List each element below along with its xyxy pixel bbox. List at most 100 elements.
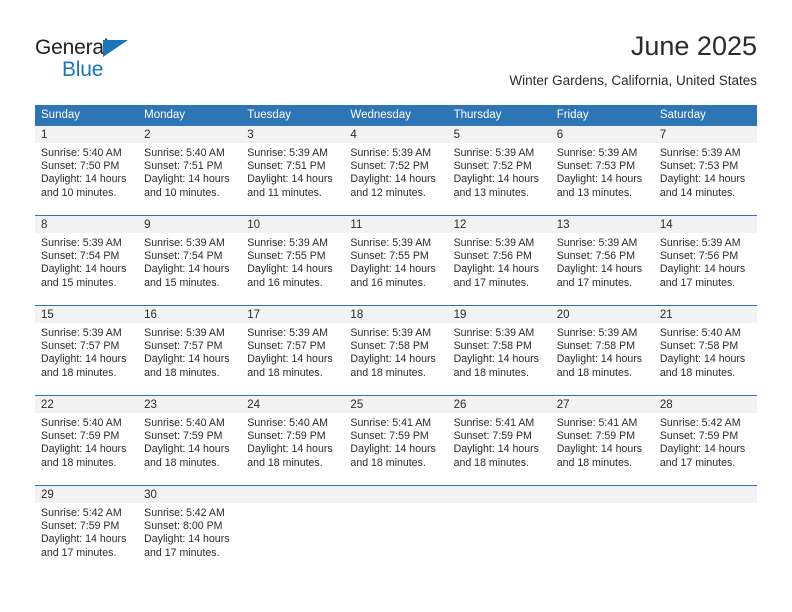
sunset-time: Sunset: 7:56 PM	[453, 250, 532, 263]
page-header: General Blue June 2025 Winter Gardens, C…	[0, 0, 792, 100]
calendar-day-cell-empty	[447, 485, 551, 575]
day-cell-details	[448, 503, 551, 507]
sunset-time: Sunset: 7:59 PM	[247, 430, 326, 443]
calendar-day-cell[interactable]: 16 Sunrise: 5:39 AM Sunset: 7:57 PM Dayligh…	[138, 305, 242, 396]
calendar-day-cell[interactable]: 10 Sunrise: 5:39 AM Sunset: 7:55 PM Dayligh…	[241, 215, 345, 306]
calendar-body: 1 Sunrise: 5:40 AM Sunset: 7:50 PM Daylight…	[35, 126, 757, 575]
day-number: 9	[138, 216, 242, 233]
daylight-duration-line1: Daylight: 14 hours	[453, 173, 539, 186]
daylight-duration-line1: Daylight: 14 hours	[144, 443, 230, 456]
day-number: 20	[550, 306, 654, 323]
calendar-day-cell[interactable]: 6 Sunrise: 5:39 AM Sunset: 7:53 PM Daylight…	[550, 126, 654, 216]
calendar-day-cell[interactable]: 28 Sunrise: 5:42 AM Sunset: 7:59 PM Dayligh…	[653, 395, 757, 486]
calendar-day-cell[interactable]: 1 Sunrise: 5:40 AM Sunset: 7:50 PM Daylight…	[35, 126, 139, 216]
sunset-time: Sunset: 7:59 PM	[556, 430, 636, 443]
calendar-day-cell-empty	[550, 485, 654, 575]
calendar-day-cell[interactable]: 15 Sunrise: 5:39 AM Sunset: 7:57 PM Dayligh…	[35, 305, 139, 396]
daylight-duration-line2: and 13 minutes.	[556, 186, 633, 199]
calendar-day-cell[interactable]: 5 Sunrise: 5:39 AM Sunset: 7:52 PM Daylight…	[447, 126, 551, 216]
day-cell-inner: 3 Sunrise: 5:39 AM Sunset: 7:51 PM Daylight…	[241, 126, 345, 215]
calendar-day-cell[interactable]: 4 Sunrise: 5:39 AM Sunset: 7:52 PM Daylight…	[344, 126, 448, 216]
sunset-time: Sunset: 7:57 PM	[247, 340, 326, 353]
calendar-day-cell[interactable]: 9 Sunrise: 5:39 AM Sunset: 7:54 PM Daylight…	[138, 215, 242, 306]
sunset-time: Sunset: 7:53 PM	[556, 160, 636, 173]
location-subtitle: Winter Gardens, California, United State…	[509, 73, 757, 88]
day-number: 7	[653, 126, 757, 143]
calendar-day-cell[interactable]: 14 Sunrise: 5:39 AM Sunset: 7:56 PM Dayligh…	[653, 215, 757, 306]
calendar-day-cell[interactable]: 26 Sunrise: 5:41 AM Sunset: 7:59 PM Dayligh…	[447, 395, 551, 486]
day-cell-details: Sunrise: 5:39 AM Sunset: 7:52 PM Daylight:…	[448, 143, 551, 200]
calendar-day-cell[interactable]: 17 Sunrise: 5:39 AM Sunset: 7:57 PM Dayligh…	[241, 305, 345, 396]
calendar-day-cell-empty	[241, 485, 345, 575]
day-number: 2	[138, 126, 242, 143]
calendar-day-cell[interactable]: 27 Sunrise: 5:41 AM Sunset: 7:59 PM Dayligh…	[550, 395, 654, 486]
sunrise-time: Sunrise: 5:39 AM	[556, 327, 638, 339]
calendar-day-cell[interactable]: 29 Sunrise: 5:42 AM Sunset: 7:59 PM Dayligh…	[35, 485, 139, 575]
day-number: 29	[35, 486, 139, 503]
sunrise-time: Sunrise: 5:39 AM	[556, 147, 638, 159]
calendar-day-cell[interactable]: 13 Sunrise: 5:39 AM Sunset: 7:56 PM Dayligh…	[550, 215, 654, 306]
calendar-day-cell[interactable]: 23 Sunrise: 5:40 AM Sunset: 7:59 PM Dayligh…	[138, 395, 242, 486]
day-cell-inner	[344, 486, 448, 575]
daylight-duration-line2: and 18 minutes.	[247, 456, 323, 469]
calendar-day-cell[interactable]: 19 Sunrise: 5:39 AM Sunset: 7:58 PM Dayligh…	[447, 305, 551, 396]
day-number: 13	[550, 216, 654, 233]
calendar-week-row: 1 Sunrise: 5:40 AM Sunset: 7:50 PM Daylight…	[35, 126, 757, 216]
calendar-week-row: 22 Sunrise: 5:40 AM Sunset: 7:59 PM Dayligh…	[35, 395, 757, 486]
calendar-day-cell[interactable]: 3 Sunrise: 5:39 AM Sunset: 7:51 PM Daylight…	[241, 126, 345, 216]
sunrise-time: Sunrise: 5:42 AM	[144, 507, 225, 519]
daylight-duration-line2: and 18 minutes.	[41, 456, 117, 469]
day-cell-details: Sunrise: 5:39 AM Sunset: 7:57 PM Daylight:…	[241, 323, 344, 380]
daylight-duration-line1: Daylight: 14 hours	[247, 353, 333, 366]
daylight-duration-line2: and 18 minutes.	[350, 366, 426, 379]
calendar-day-cell[interactable]: 12 Sunrise: 5:39 AM Sunset: 7:56 PM Dayligh…	[447, 215, 551, 306]
day-cell-inner: 15 Sunrise: 5:39 AM Sunset: 7:57 PM Dayligh…	[35, 306, 139, 395]
sunrise-time: Sunrise: 5:40 AM	[41, 147, 122, 159]
daylight-duration-line2: and 12 minutes.	[350, 186, 426, 199]
sunset-time: Sunset: 7:59 PM	[41, 430, 120, 443]
daylight-duration-line1: Daylight: 14 hours	[247, 173, 333, 186]
daylight-duration-line2: and 18 minutes.	[41, 366, 117, 379]
daylight-duration-line2: and 17 minutes.	[659, 276, 736, 289]
calendar-day-cell[interactable]: 25 Sunrise: 5:41 AM Sunset: 7:59 PM Dayligh…	[344, 395, 448, 486]
day-cell-inner: 22 Sunrise: 5:40 AM Sunset: 7:59 PM Dayligh…	[35, 396, 139, 485]
calendar-day-cell[interactable]: 8 Sunrise: 5:39 AM Sunset: 7:54 PM Daylight…	[35, 215, 139, 306]
daylight-duration-line2: and 17 minutes.	[659, 456, 736, 469]
logo-text-general: General	[35, 36, 109, 59]
sunrise-time: Sunrise: 5:39 AM	[659, 147, 741, 159]
calendar-day-cell[interactable]: 30 Sunrise: 5:42 AM Sunset: 8:00 PM Dayligh…	[138, 485, 242, 575]
sunrise-time: Sunrise: 5:39 AM	[41, 237, 122, 249]
day-cell-details	[344, 503, 447, 507]
weekday-header-friday: Friday	[550, 105, 654, 126]
calendar-day-cell[interactable]: 11 Sunrise: 5:39 AM Sunset: 7:55 PM Dayligh…	[344, 215, 448, 306]
sunrise-time: Sunrise: 5:39 AM	[144, 237, 225, 249]
day-cell-inner: 9 Sunrise: 5:39 AM Sunset: 7:54 PM Daylight…	[138, 216, 242, 305]
daylight-duration-line2: and 18 minutes.	[453, 366, 529, 379]
day-cell-details: Sunrise: 5:40 AM Sunset: 7:51 PM Daylight:…	[138, 143, 241, 200]
day-cell-inner: 14 Sunrise: 5:39 AM Sunset: 7:56 PM Dayligh…	[653, 216, 757, 305]
daylight-duration-line2: and 18 minutes.	[453, 456, 529, 469]
daylight-duration-line2: and 16 minutes.	[350, 276, 426, 289]
calendar-day-cell[interactable]: 24 Sunrise: 5:40 AM Sunset: 7:59 PM Dayligh…	[241, 395, 345, 486]
sunset-time: Sunset: 7:59 PM	[350, 430, 429, 443]
sunrise-time: Sunrise: 5:39 AM	[453, 327, 535, 339]
daylight-duration-line1: Daylight: 14 hours	[350, 353, 436, 366]
sunrise-time: Sunrise: 5:39 AM	[659, 237, 741, 249]
sunrise-time: Sunrise: 5:40 AM	[144, 417, 225, 429]
daylight-duration-line2: and 17 minutes.	[144, 546, 220, 559]
calendar-day-cell[interactable]: 18 Sunrise: 5:39 AM Sunset: 7:58 PM Dayligh…	[344, 305, 448, 396]
calendar-table: Sunday Monday Tuesday Wednesday Thursday…	[35, 105, 757, 575]
calendar-day-cell[interactable]: 22 Sunrise: 5:40 AM Sunset: 7:59 PM Dayligh…	[35, 395, 139, 486]
day-number: 25	[344, 396, 448, 413]
calendar-day-cell[interactable]: 7 Sunrise: 5:39 AM Sunset: 7:53 PM Daylight…	[653, 126, 757, 216]
daylight-duration-line1: Daylight: 14 hours	[144, 263, 230, 276]
sunrise-time: Sunrise: 5:39 AM	[41, 327, 122, 339]
calendar-day-cell[interactable]: 21 Sunrise: 5:40 AM Sunset: 7:58 PM Dayligh…	[653, 305, 757, 396]
sunrise-time: Sunrise: 5:39 AM	[247, 237, 328, 249]
day-number: 15	[35, 306, 139, 323]
day-cell-inner: 1 Sunrise: 5:40 AM Sunset: 7:50 PM Daylight…	[35, 126, 139, 215]
calendar-day-cell[interactable]: 2 Sunrise: 5:40 AM Sunset: 7:51 PM Daylight…	[138, 126, 242, 216]
calendar-day-cell-empty	[653, 485, 757, 575]
day-cell-inner: 28 Sunrise: 5:42 AM Sunset: 7:59 PM Dayligh…	[653, 396, 757, 485]
calendar-day-cell[interactable]: 20 Sunrise: 5:39 AM Sunset: 7:58 PM Dayligh…	[550, 305, 654, 396]
